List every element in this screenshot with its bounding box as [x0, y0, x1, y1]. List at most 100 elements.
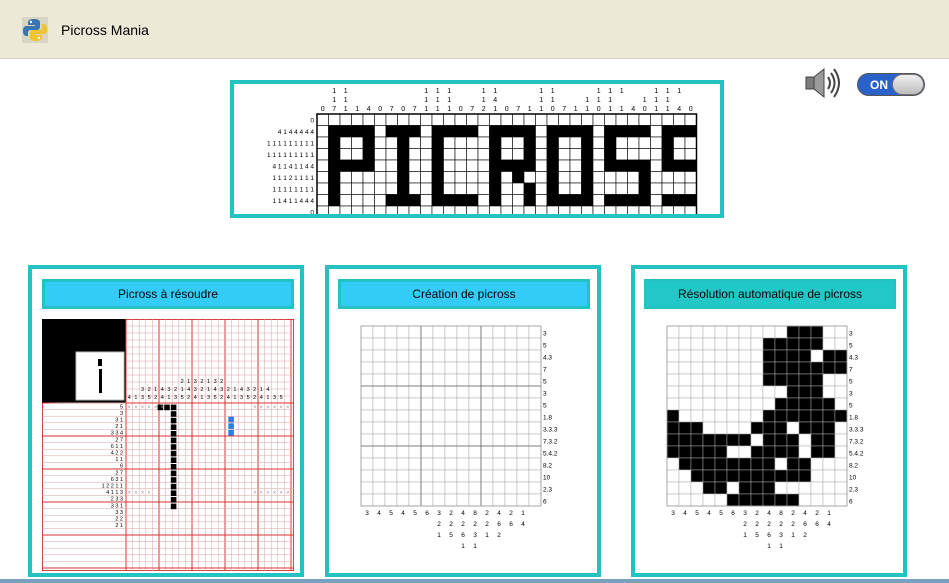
- col-clue: 2: [815, 510, 819, 517]
- grid-cell: [360, 337, 374, 351]
- logo-col-clue: 0: [689, 106, 693, 113]
- logo-row-clue: 0: [310, 118, 314, 125]
- col-clue: 2: [253, 395, 256, 401]
- logo-cell: [569, 182, 582, 195]
- filled-cell: [750, 421, 764, 435]
- logo-cell: [351, 182, 364, 195]
- col-clue: 4: [161, 395, 164, 401]
- col-clue: 5: [389, 510, 393, 517]
- logo-cell: [604, 182, 617, 195]
- grid-cell: [492, 481, 506, 495]
- col-clue: 2: [791, 521, 795, 528]
- filled-cell: [786, 457, 800, 471]
- logo-col-clue: 1: [666, 88, 670, 95]
- grid-cell: [492, 409, 506, 423]
- grid-cell: [726, 373, 740, 387]
- filled-cell: [762, 481, 776, 495]
- cross-mark: ×: [260, 405, 264, 411]
- logo-col-clue: 4: [493, 97, 497, 104]
- filled-cell: [666, 445, 680, 459]
- grid-cell: [504, 445, 518, 459]
- grid-cell: [372, 385, 386, 399]
- speaker-icon[interactable]: [803, 66, 843, 100]
- logo-cell: [374, 159, 387, 172]
- logo-row-clue: 1 1 1 1 1 1 1 1 1: [267, 152, 314, 159]
- logo-cell: [362, 205, 375, 218]
- filled-cell: [810, 361, 824, 375]
- logo-cell: [374, 125, 387, 138]
- logo-cell: [546, 113, 559, 126]
- col-clue: 1: [485, 532, 489, 539]
- grid-cell: [678, 325, 692, 339]
- col-clue: 2: [220, 379, 223, 385]
- logo-cell: [408, 194, 421, 207]
- filled-cell: [774, 349, 788, 363]
- grid-cell: [690, 337, 704, 351]
- grid-cell: [492, 433, 506, 447]
- grid-cell: [690, 397, 704, 411]
- grid-cell: [504, 361, 518, 375]
- row-clue: 2 3 3: [111, 497, 123, 503]
- grid-cell: [456, 469, 470, 483]
- create-picross-button[interactable]: Création de picross: [338, 279, 590, 309]
- col-clue: 5: [719, 510, 723, 517]
- app-title: Picross Mania: [61, 22, 149, 38]
- logo-cell: [431, 136, 444, 149]
- filled-cell: [750, 469, 764, 483]
- logo-cell: [397, 194, 410, 207]
- filled-cell: [822, 421, 836, 435]
- filled-cell: [798, 469, 812, 483]
- row-clue: 5: [543, 379, 547, 386]
- grid-cell: [516, 421, 530, 435]
- grid-cell: [822, 325, 836, 339]
- logo-cell: [420, 194, 433, 207]
- grid-cell: [822, 481, 836, 495]
- auto-solve-button[interactable]: Résolution automatique de picross: [644, 279, 896, 309]
- logo-cell: [615, 205, 628, 218]
- logo-cell: [512, 171, 525, 184]
- logo-col-clue: 7: [470, 106, 474, 113]
- row-clue: 3: [120, 411, 123, 417]
- grid-cell: [516, 445, 530, 459]
- grid-cell: [408, 373, 422, 387]
- row-clue: 3: [849, 331, 853, 338]
- filled-cell: [750, 481, 764, 495]
- grid-cell: [666, 481, 680, 495]
- logo-cell: [661, 205, 674, 218]
- logo-cell: [581, 205, 594, 218]
- grid-cell: [372, 361, 386, 375]
- sound-toggle[interactable]: ON: [857, 73, 925, 96]
- logo-cell: [523, 194, 536, 207]
- logo-cell: [420, 159, 433, 172]
- logo-cell: [339, 182, 352, 195]
- col-clue: 4: [401, 510, 405, 517]
- grid-cell: [480, 325, 494, 339]
- logo-cell: [535, 194, 548, 207]
- logo-cell: [523, 171, 536, 184]
- grid-cell: [666, 493, 680, 507]
- cross-mark: ×: [279, 491, 283, 497]
- grid-cell: [810, 493, 824, 507]
- grid-cell: [714, 409, 728, 423]
- grid-cell: [822, 493, 836, 507]
- grid-cell: [468, 433, 482, 447]
- grid-cell: [516, 337, 530, 351]
- logo-cell: [431, 113, 444, 126]
- grid-cell: [420, 433, 434, 447]
- cross-mark: ×: [134, 491, 138, 497]
- logo-col-clue: 1: [608, 88, 612, 95]
- filled-cell: [774, 493, 788, 507]
- grid-cell: [360, 325, 374, 339]
- logo-cell: [569, 171, 582, 184]
- grid-cell: [666, 457, 680, 471]
- logo-cell: [489, 136, 502, 149]
- grid-cell: [456, 361, 470, 375]
- filled-cell: [798, 361, 812, 375]
- solve-picross-button[interactable]: Picross à résoudre: [42, 279, 294, 309]
- grid-cell: [372, 481, 386, 495]
- logo-cell: [638, 171, 651, 184]
- col-clue: 2: [181, 379, 184, 385]
- col-clue: 4: [461, 510, 465, 517]
- logo-cell: [489, 171, 502, 184]
- grid-cell: [702, 337, 716, 351]
